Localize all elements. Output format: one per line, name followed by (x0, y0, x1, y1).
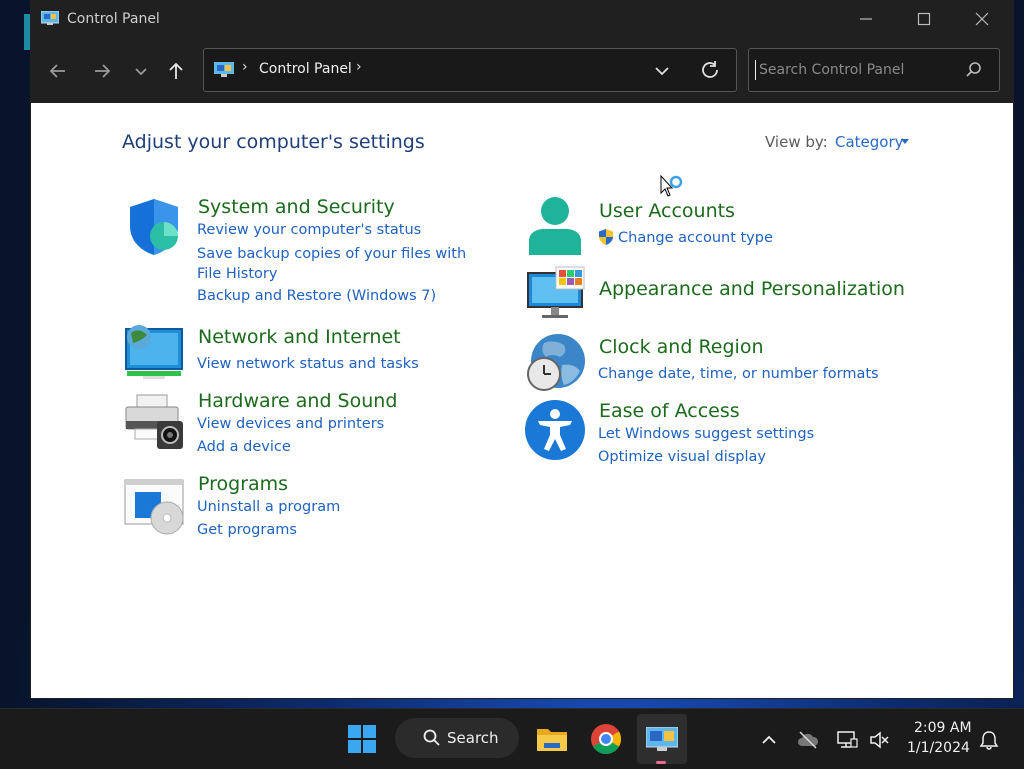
up-button[interactable] (161, 56, 191, 86)
minimize-button[interactable] (837, 0, 895, 38)
window-title: Control Panel (67, 11, 160, 27)
add-device-link[interactable]: Add a device (197, 439, 291, 455)
close-button[interactable] (953, 0, 1011, 38)
refresh-icon[interactable] (698, 59, 722, 81)
file-explorer-button[interactable] (530, 717, 574, 761)
search-input[interactable]: Search Control Panel (759, 62, 904, 78)
volume-muted-icon[interactable] (868, 729, 890, 751)
appearance-and-personalization-link[interactable]: Appearance and Personalization (599, 278, 905, 300)
control-panel-content: Adjust your computer's settings View by:… (31, 103, 1013, 698)
network-icon[interactable] (836, 729, 858, 751)
search-icon[interactable] (965, 61, 983, 79)
page-title: Adjust your computer's settings (122, 131, 425, 153)
folder-icon (537, 729, 567, 751)
back-button[interactable] (43, 56, 73, 86)
backup-restore-link[interactable]: Backup and Restore (Windows 7) (197, 288, 436, 304)
recent-locations-button[interactable] (126, 56, 156, 86)
active-app-indicator (656, 761, 666, 764)
network-status-link[interactable]: View network status and tasks (197, 356, 419, 372)
navigation-bar: › Control Panel › Search Control Panel (31, 38, 1013, 103)
forward-button[interactable] (87, 56, 117, 86)
search-box[interactable]: Search Control Panel (748, 48, 1000, 92)
chrome-button[interactable] (584, 717, 628, 761)
network-internet-icon[interactable] (123, 321, 185, 383)
arrow-left-icon (49, 64, 65, 78)
windows-logo-icon (348, 725, 376, 753)
dropdown-arrow-icon[interactable] (901, 139, 909, 144)
maximize-button[interactable] (895, 0, 953, 38)
arrow-right-icon (95, 64, 111, 78)
maximize-icon (917, 12, 931, 26)
hardware-and-sound-link[interactable]: Hardware and Sound (198, 390, 397, 412)
uninstall-program-link[interactable]: Uninstall a program (197, 499, 340, 515)
windows-suggest-settings-link[interactable]: Let Windows suggest settings (598, 426, 814, 442)
control-panel-icon (41, 11, 59, 25)
taskbar-search-label: Search (447, 729, 499, 747)
arrow-up-icon (169, 62, 183, 79)
user-accounts-icon[interactable] (524, 195, 586, 257)
system-security-shield-icon[interactable] (123, 196, 185, 258)
change-date-time-link[interactable]: Change date, time, or number formats (598, 366, 879, 382)
breadcrumb-separator[interactable]: › (242, 59, 248, 75)
chevron-down-icon (135, 68, 147, 76)
view-by-label: View by: (765, 133, 828, 151)
optimize-visual-display-link[interactable]: Optimize visual display (598, 449, 766, 465)
breadcrumb-separator[interactable]: › (356, 59, 362, 75)
clock-region-icon[interactable] (524, 331, 586, 393)
programs-link[interactable]: Programs (198, 473, 288, 495)
busy-cursor-icon (660, 175, 683, 197)
taskbar: Search 2:09 AM 1/1/2024 (0, 708, 1024, 769)
taskbar-clock-date[interactable]: 1/1/2024 (907, 740, 970, 756)
appearance-personalization-icon[interactable] (524, 263, 586, 325)
uac-shield-icon (599, 229, 613, 245)
ease-of-access-link[interactable]: Ease of Access (599, 400, 740, 422)
control-panel-window: Control Panel › Control Panel › Search C… (31, 0, 1013, 698)
chrome-icon (591, 724, 622, 755)
user-accounts-link[interactable]: User Accounts (599, 200, 735, 222)
control-panel-icon (214, 62, 234, 77)
notification-bell-icon[interactable] (978, 729, 1000, 751)
view-by-dropdown[interactable]: Category (835, 133, 904, 151)
address-bar[interactable]: › Control Panel › (203, 48, 737, 92)
close-icon (975, 12, 989, 26)
network-and-internet-link[interactable]: Network and Internet (198, 326, 401, 348)
devices-printers-link[interactable]: View devices and printers (197, 416, 384, 432)
start-button[interactable] (340, 717, 384, 761)
search-icon (423, 729, 440, 746)
minimize-icon (860, 18, 872, 20)
programs-icon[interactable] (123, 478, 185, 540)
taskbar-search-button[interactable]: Search (395, 718, 519, 758)
system-and-security-link[interactable]: System and Security (198, 196, 395, 218)
control-panel-icon (646, 727, 678, 751)
clock-and-region-link[interactable]: Clock and Region (599, 336, 764, 358)
onedrive-offline-icon[interactable] (797, 729, 819, 751)
taskbar-clock-time[interactable]: 2:09 AM (914, 720, 972, 736)
ease-of-access-icon[interactable] (524, 399, 586, 461)
title-bar: Control Panel (31, 0, 1013, 38)
hardware-sound-printer-icon[interactable] (123, 391, 185, 453)
chevron-up-icon[interactable] (758, 729, 780, 751)
breadcrumb-control-panel[interactable]: Control Panel (259, 61, 352, 77)
file-history-link[interactable]: Save backup copies of your files with Fi… (197, 244, 487, 284)
review-status-link[interactable]: Review your computer's status (197, 222, 421, 238)
text-caret (755, 60, 756, 80)
chevron-down-icon[interactable] (650, 61, 674, 81)
change-account-type-link[interactable]: Change account type (618, 230, 773, 246)
get-programs-link[interactable]: Get programs (197, 522, 297, 538)
